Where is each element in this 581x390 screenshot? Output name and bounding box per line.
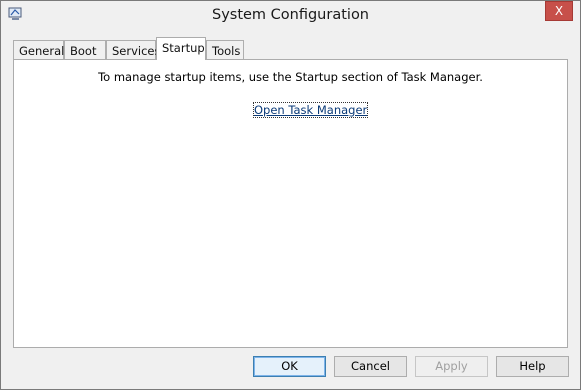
startup-message: To manage startup items, use the Startup…	[98, 70, 483, 84]
close-icon: X	[554, 4, 564, 18]
title-bar[interactable]: System Configuration X	[1, 1, 580, 31]
open-task-manager-link[interactable]: Open Task Manager	[252, 102, 369, 118]
ok-button[interactable]: OK	[253, 356, 326, 377]
tab-general[interactable]: General	[13, 40, 64, 59]
tab-services[interactable]: Services	[106, 40, 161, 59]
cancel-button[interactable]: Cancel	[334, 356, 407, 377]
tab-tools[interactable]: Tools	[206, 40, 244, 59]
apply-button: Apply	[415, 356, 488, 377]
system-configuration-window: System Configuration X General Boot Serv…	[0, 0, 581, 390]
startup-tab-panel: To manage startup items, use the Startup…	[13, 59, 568, 348]
tab-boot[interactable]: Boot	[64, 40, 106, 59]
tab-startup[interactable]: Startup	[156, 37, 206, 60]
window-title: System Configuration	[211, 7, 369, 23]
close-button[interactable]: X	[545, 1, 573, 21]
help-button[interactable]: Help	[496, 356, 569, 377]
